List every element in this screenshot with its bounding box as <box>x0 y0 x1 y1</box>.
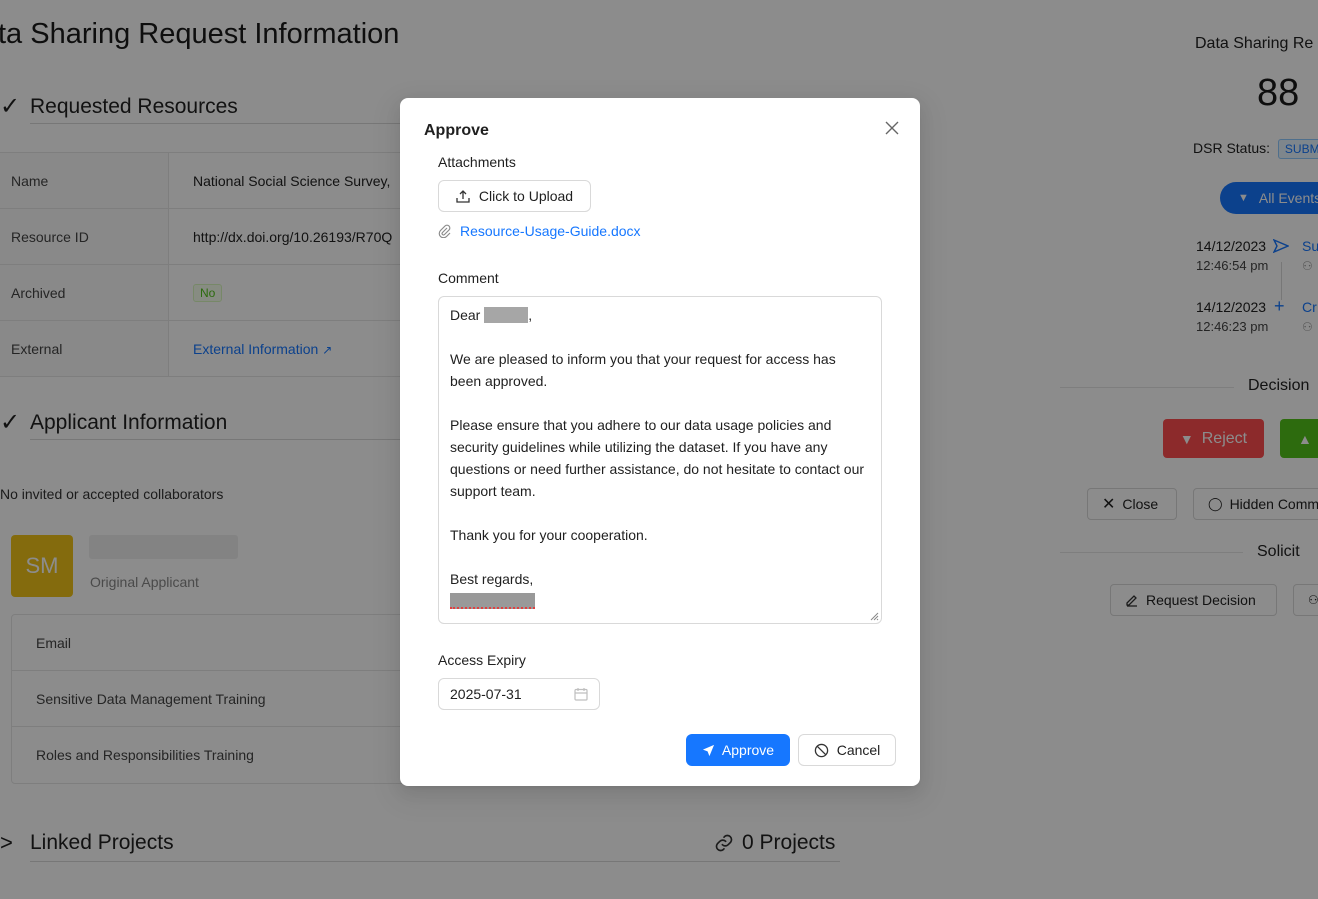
cancel-label: Cancel <box>836 742 881 758</box>
upload-button[interactable]: Click to Upload <box>438 180 591 212</box>
comment-label: Comment <box>438 270 499 286</box>
stop-icon <box>814 743 828 757</box>
access-expiry-label: Access Expiry <box>438 652 526 668</box>
comment-paragraph: We are pleased to inform you that your r… <box>450 351 836 389</box>
attachment-filename[interactable]: Resource-Usage-Guide.docx <box>460 223 641 239</box>
salutation-text: Dear <box>450 307 481 323</box>
redacted-signature <box>450 593 535 609</box>
approve-label: Approve <box>721 742 775 758</box>
approve-button[interactable]: Approve <box>686 734 790 766</box>
paperclip-icon <box>438 224 451 238</box>
comment-salutation: Dear , <box>450 307 533 323</box>
comment-paragraph: Thank you for your cooperation. <box>450 527 648 543</box>
comment-paragraph: Please ensure that you adhere to our dat… <box>450 417 865 499</box>
modal-close-button[interactable] <box>880 116 904 140</box>
comment-closing: Best regards, <box>450 571 534 587</box>
access-expiry-date-picker[interactable]: 2025-07-31 <box>438 678 600 710</box>
attachment-item[interactable]: Resource-Usage-Guide.docx <box>438 223 641 239</box>
attachments-label: Attachments <box>438 154 516 170</box>
redacted-name <box>484 307 529 323</box>
close-icon <box>885 121 899 135</box>
cancel-button[interactable]: Cancel <box>798 734 896 766</box>
comment-textarea[interactable]: Dear , We are pleased to inform you that… <box>438 296 882 624</box>
send-icon <box>702 744 714 756</box>
date-value: 2025-07-31 <box>450 686 522 702</box>
upload-icon <box>456 190 470 203</box>
approve-modal: Approve Attachments Click to Upload Reso… <box>400 98 920 786</box>
upload-label: Click to Upload <box>478 188 574 204</box>
resize-handle-icon[interactable] <box>869 611 879 621</box>
modal-title: Approve <box>424 122 489 139</box>
calendar-icon <box>574 688 588 701</box>
